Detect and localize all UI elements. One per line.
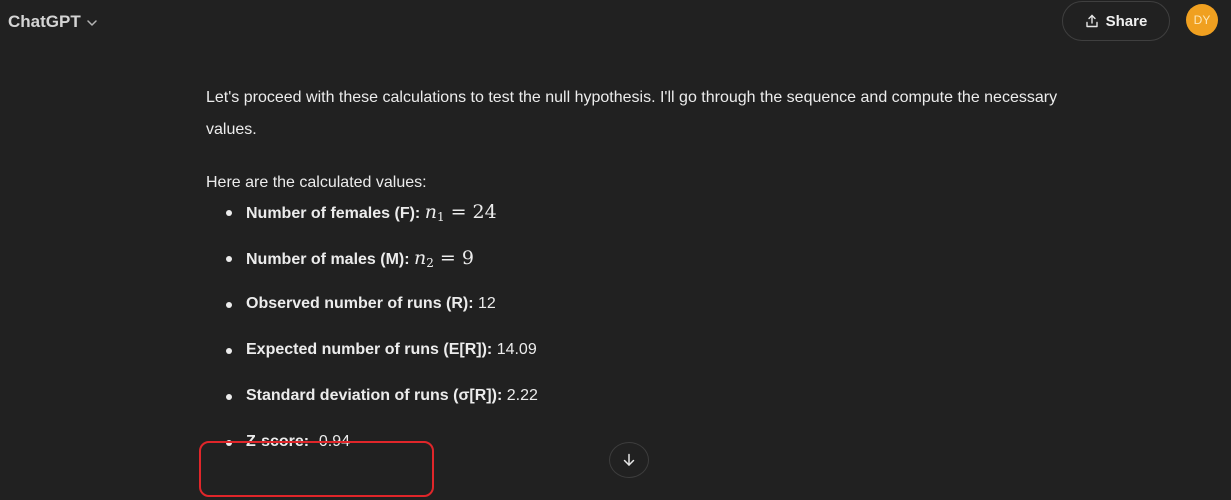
model-selector[interactable]: ChatGPT bbox=[8, 7, 98, 37]
model-label: ChatGPT bbox=[8, 12, 81, 31]
bullet bbox=[226, 302, 232, 308]
list-item: Observed number of runs (R): 12 bbox=[206, 289, 1086, 335]
bullet bbox=[226, 394, 232, 400]
item-value: 2.22 bbox=[506, 387, 538, 404]
item-value: 12 bbox=[478, 295, 496, 312]
share-label: Share bbox=[1105, 12, 1148, 30]
share-button[interactable]: Share bbox=[1062, 1, 1170, 41]
item-value: 14.09 bbox=[496, 341, 537, 358]
values-list: Number of females (F): n1 = 24 Number of m… bbox=[206, 197, 1086, 473]
item-label: Number of females (F): bbox=[246, 205, 421, 222]
header: ChatGPT Share DY bbox=[0, 0, 1231, 48]
item-label: Observed number of runs (R): bbox=[246, 295, 474, 312]
list-item: Standard deviation of runs (σ[R]): 2.22 bbox=[206, 381, 1086, 427]
avatar-initials: DY bbox=[1193, 13, 1211, 27]
chevron-down-icon bbox=[86, 20, 97, 26]
bullet bbox=[226, 256, 232, 262]
assistant-message: Let's proceed with these calculations to… bbox=[206, 82, 1086, 473]
math-expression: n2 = 9 bbox=[414, 247, 474, 270]
item-label: Expected number of runs (E[R]): bbox=[246, 341, 493, 358]
item-label: Standard deviation of runs (σ[R]): bbox=[246, 387, 503, 404]
chat-page: ChatGPT Share DY Let's proceed with thes… bbox=[0, 0, 1231, 500]
arrow-down-icon bbox=[623, 453, 635, 466]
bullet bbox=[226, 348, 232, 354]
avatar[interactable]: DY bbox=[1186, 4, 1218, 36]
item-label: Number of males (M): bbox=[246, 251, 410, 268]
list-item: Expected number of runs (E[R]): 14.09 bbox=[206, 335, 1086, 381]
intro-paragraph: Let's proceed with these calculations to… bbox=[206, 89, 1058, 138]
math-expression: n1 = 24 bbox=[424, 201, 497, 224]
scroll-to-bottom-button[interactable] bbox=[609, 442, 649, 478]
share-icon bbox=[1085, 14, 1098, 28]
list-item: Number of males (M): n2 = 9 bbox=[206, 243, 1086, 289]
values-heading: Here are the calculated values: bbox=[206, 174, 427, 191]
bullet bbox=[226, 210, 232, 216]
z-score-highlight-box bbox=[199, 441, 434, 497]
list-item: Number of females (F): n1 = 24 bbox=[206, 197, 1086, 243]
